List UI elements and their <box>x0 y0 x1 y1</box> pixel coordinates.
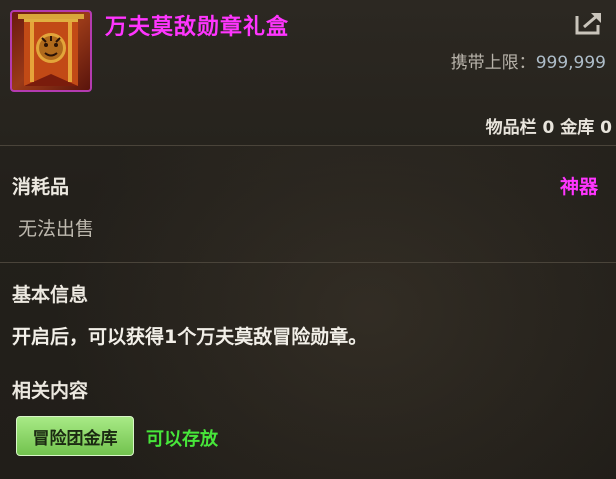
basic-info-title: 基本信息 <box>12 284 89 306</box>
item-name: 万夫莫敌勋章礼盒 <box>105 15 290 40</box>
tiger-banner-icon <box>10 10 92 92</box>
divider <box>0 262 616 263</box>
adventure-vault-button[interactable]: 冒险团金库 <box>16 416 134 456</box>
item-tooltip: 万夫莫敌勋章礼盒 携带上限：999,999 物品栏 0 金库 0 消耗品 神器 … <box>0 0 616 479</box>
storable-note: 可以存放 <box>146 429 218 450</box>
carry-limit-value: 999,999 <box>535 53 606 73</box>
item-category: 消耗品 <box>12 176 70 198</box>
carry-limit: 携带上限：999,999 <box>451 48 606 73</box>
item-rarity: 神器 <box>559 176 598 198</box>
item-description: 开启后，可以获得1个万夫莫敌冒险勋章。 <box>12 326 368 348</box>
related-content-title: 相关内容 <box>12 380 89 402</box>
trade-restriction: 无法出售 <box>18 218 95 240</box>
tooltip-header: 万夫莫敌勋章礼盒 携带上限：999,999 物品栏 0 金库 0 <box>0 0 616 145</box>
carry-limit-label: 携带上限： <box>450 53 536 73</box>
inventory-count: 物品栏 0 金库 0 <box>485 118 612 138</box>
share-icon[interactable] <box>574 10 604 36</box>
divider <box>0 145 616 146</box>
